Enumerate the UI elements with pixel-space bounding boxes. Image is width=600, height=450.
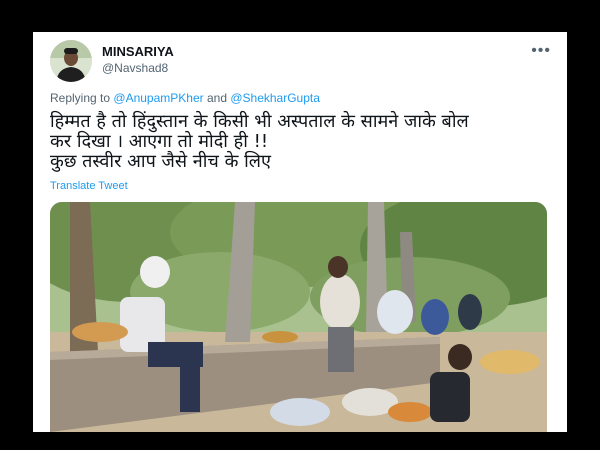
author-handle[interactable]: @Navshad8	[102, 61, 168, 75]
tweet-text-line: कुछ तस्वीर आप जैसे नीच के लिए	[50, 151, 271, 172]
tweet-card: MINSARIYA @Navshad8 ••• Replying to @Anu…	[33, 32, 567, 432]
tweet-text-line: कर दिखा । आएगा तो मोदी ही !!	[50, 131, 269, 152]
avatar-image	[50, 40, 92, 82]
reply-prefix: Replying to	[50, 91, 111, 105]
tweet-text-line: हिम्मत है तो हिंदुस्तान के किसी भी अस्पत…	[50, 111, 469, 132]
author-name[interactable]: MINSARIYA	[102, 44, 174, 59]
reply-and: and	[206, 91, 227, 105]
replying-to: Replying to @AnupamPKher and @ShekharGup…	[50, 91, 320, 105]
tweet-text: हिम्मत है तो हिंदुस्तान के किसी भी अस्पत…	[50, 112, 555, 172]
translate-tweet-link[interactable]: Translate Tweet	[50, 180, 128, 192]
more-dots-icon[interactable]: •••	[531, 42, 551, 60]
photo-scene	[50, 202, 547, 432]
tweet-photo[interactable]	[50, 202, 547, 432]
mention-link-1[interactable]: @AnupamPKher	[113, 91, 203, 105]
mention-link-2[interactable]: @ShekharGupta	[230, 91, 320, 105]
avatar[interactable]	[50, 40, 92, 82]
